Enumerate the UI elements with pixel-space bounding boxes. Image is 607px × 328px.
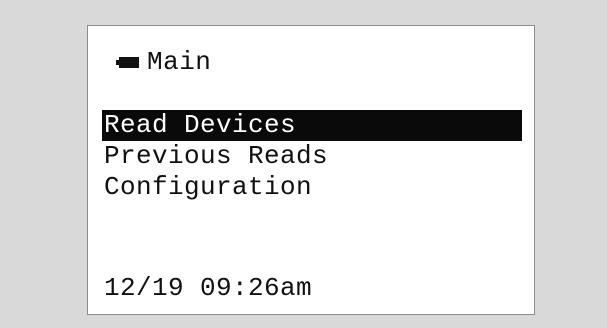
device-screen: Main Read Devices Previous Reads Configu… <box>87 25 535 315</box>
date-time-display: 12/19 09:26am <box>104 273 313 303</box>
menu-item-configuration[interactable]: Configuration <box>102 172 522 203</box>
menu-item-previous-reads[interactable]: Previous Reads <box>102 141 522 172</box>
main-menu: Read Devices Previous Reads Configuratio… <box>102 110 522 203</box>
screen-title: Main <box>147 47 212 77</box>
battery-icon <box>116 56 139 68</box>
battery-body <box>119 56 139 68</box>
menu-item-read-devices[interactable]: Read Devices <box>102 110 522 141</box>
screen-header: Main <box>116 44 211 80</box>
